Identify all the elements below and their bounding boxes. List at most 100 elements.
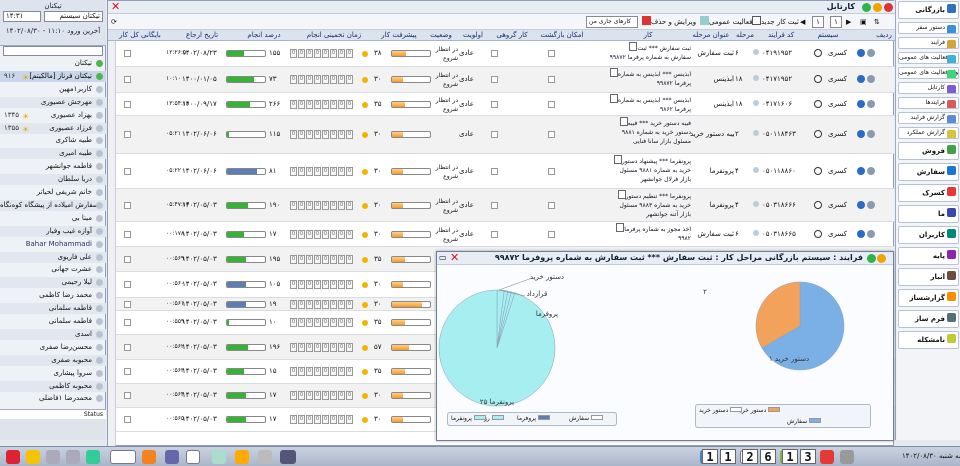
col-task[interactable]: کار <box>608 30 688 41</box>
col-row[interactable]: ردیف <box>874 30 894 41</box>
export-icon[interactable]: ⇅ <box>874 16 880 28</box>
prev-page-icon[interactable]: ▶ <box>846 16 851 28</box>
info-icon[interactable] <box>753 229 759 236</box>
user-list-item[interactable]: عشرت جهانی <box>0 264 106 275</box>
col-stage-title[interactable]: عنوان مرحله <box>692 30 730 41</box>
row-task-text[interactable]: پرونفرما *** پیشنهاد دستور خرید به شماره… <box>607 155 691 188</box>
info-icon[interactable] <box>753 75 759 81</box>
table-row[interactable]: کسری ۰۵۰۱۱۸۴۶۳ ۲ فیبه دستور خرید فیبه دستور … <box>116 116 895 154</box>
user-list-item[interactable]: اسدی <box>0 328 106 340</box>
user-list-item[interactable]: خانم شریفی لحیاتر <box>0 187 106 198</box>
nav-icon[interactable] <box>814 99 822 108</box>
user-list-item[interactable]: مهرجش عصیوری <box>0 96 106 108</box>
task-filter-select[interactable]: کارهای جاری من <box>586 16 638 28</box>
nav-item[interactable]: فرایند <box>898 37 959 49</box>
user-search-input[interactable] <box>3 46 103 56</box>
nav-item[interactable]: فعالیت های عمومی <box>898 52 959 64</box>
alert-icon[interactable] <box>820 450 834 464</box>
chart-close-icon[interactable]: ✕ <box>450 251 459 264</box>
attach-icon[interactable] <box>867 99 875 108</box>
page-to-input[interactable]: ۱ <box>812 16 824 28</box>
table-row[interactable]: کسری ۰۴۱۷۱۶۰۶ ۱۸ ابذینس ابذینس *** ابذینس به… <box>116 93 895 116</box>
return-checkbox[interactable] <box>548 131 555 138</box>
nav-item[interactable]: گزارش فرایند <box>898 112 959 124</box>
calendar-icon[interactable] <box>142 450 156 464</box>
return-checkbox[interactable] <box>548 167 555 175</box>
blank-icon[interactable] <box>186 450 200 464</box>
open-icon[interactable] <box>857 130 865 138</box>
col-group-work[interactable]: کار گروهی <box>490 30 534 41</box>
user-list-item[interactable]: بهزاد عصیوری ۱۳۴۵ ☀ <box>0 110 106 121</box>
user-list-item[interactable]: مینا بی <box>0 213 106 224</box>
col-status[interactable]: وضعیت <box>426 30 456 41</box>
group-checkbox[interactable] <box>491 131 498 138</box>
archive-checkbox[interactable] <box>124 167 131 175</box>
nav-item[interactable]: بازرگانی <box>898 1 959 19</box>
return-checkbox[interactable] <box>548 100 555 108</box>
attach-icon[interactable] <box>867 130 875 138</box>
logo-icon[interactable] <box>280 450 296 464</box>
archive-checkbox[interactable] <box>124 416 131 423</box>
user-list-item[interactable]: طیبه امیری <box>0 148 106 160</box>
chart-minimize-icon[interactable] <box>877 254 886 263</box>
user-list-item[interactable]: لیلا رحیمی <box>0 277 106 289</box>
user-list-item[interactable]: محمدرضا ۱فاضلی <box>0 393 106 404</box>
tray-icon[interactable] <box>840 450 854 464</box>
nav-item[interactable]: پایه <box>898 247 959 265</box>
user-list-item[interactable]: محبوبه کاظمی <box>0 380 106 392</box>
attach-icon[interactable] <box>867 49 875 57</box>
user-list-item[interactable]: فرزاد عصیوری ۱۳۵۵ ☀ <box>0 122 106 134</box>
user-list-item[interactable]: تیکتان فرناز [مالکیتم] ۹۱۶ ☀ <box>0 70 106 82</box>
attach-icon[interactable] <box>867 200 875 209</box>
time-select[interactable]: ۱۴:۳۱ <box>3 11 41 22</box>
return-checkbox[interactable] <box>548 76 555 83</box>
group-checkbox[interactable] <box>491 230 498 238</box>
row-task-text[interactable]: پرونفرما *** تنظیم دستور خرید به شماره ۹… <box>607 190 691 221</box>
user-list-item[interactable]: سفارش امیلاده از پیشگاه کوه‌نگاه <box>0 199 106 211</box>
refresh-icon[interactable]: ⟳ <box>111 16 117 28</box>
user-list-item[interactable]: دریا سلطان <box>0 174 106 186</box>
archive-checkbox[interactable] <box>124 368 131 375</box>
user-list-item[interactable]: محمد رضا کاظمی <box>0 290 106 301</box>
user-list-item[interactable]: سروا پیشاری <box>0 368 106 379</box>
group-checkbox[interactable] <box>491 201 498 209</box>
attach-icon[interactable] <box>867 75 875 83</box>
nav-icon[interactable] <box>814 130 822 138</box>
group-checkbox[interactable] <box>491 167 498 175</box>
return-checkbox[interactable] <box>548 230 555 238</box>
page-from-input[interactable]: ۱ <box>830 16 842 28</box>
col-return-possible[interactable]: امکان بازگشت <box>538 30 586 41</box>
nav-item[interactable]: انبار <box>898 268 959 286</box>
archive-checkbox[interactable] <box>124 201 131 209</box>
nav-item[interactable]: کسرک <box>898 184 959 202</box>
new-work-button[interactable]: ثبت کار جدید <box>750 16 799 28</box>
search-box[interactable] <box>110 450 136 464</box>
user-icon[interactable] <box>258 450 272 464</box>
close-icon[interactable]: ✕ <box>111 0 120 13</box>
archive-checkbox[interactable] <box>124 300 131 308</box>
nav-item[interactable]: فرم ساز <box>898 310 959 328</box>
archive-checkbox[interactable] <box>124 281 131 288</box>
row-task-text[interactable]: اخذ مجوز به شماره پرفرما ۹۹۸۲ <box>607 223 691 246</box>
col-reference-date[interactable]: تاریخ ارجاع <box>172 30 232 41</box>
table-row[interactable]: کسری ۰۴۱۹۱۹۵۲ ۶ ثبت سفارش ثبت سفارش *** ثبت … <box>116 41 895 67</box>
nav-icon[interactable] <box>814 166 822 175</box>
col-percent-done[interactable]: درصد انجام <box>234 30 294 41</box>
nav-item[interactable]: انواع فعالیت های عمومی <box>898 67 959 79</box>
archive-checkbox[interactable] <box>124 50 131 57</box>
info-icon[interactable] <box>753 166 759 173</box>
user-select[interactable]: تیکتان سیستم <box>44 11 103 22</box>
table-row[interactable]: کسری ۰۵۰۳۱۸۶۶۶ ۴ پرونفرما پرونفرما *** تنظیم… <box>116 189 895 222</box>
nav-item[interactable]: گزارشساز <box>898 289 959 307</box>
col-priority[interactable]: اولویت <box>458 30 488 41</box>
user-list-item[interactable]: علی ‌فاریوی <box>0 251 106 263</box>
open-icon[interactable] <box>857 75 865 83</box>
user-list-item[interactable]: محسن‌رضا صفری <box>0 342 106 353</box>
chart-window-titlebar[interactable]: ✕ ▭ فرایند : سیستم بازرگانی مراحل کار : … <box>437 251 893 265</box>
camera-icon[interactable] <box>212 450 226 464</box>
info-icon[interactable] <box>753 200 759 207</box>
nav-item[interactable]: دستور سفر <box>898 22 959 34</box>
user-list-item[interactable]: کاربر۱مهین <box>0 84 106 95</box>
table-row[interactable]: کسری ۰۵۰۱۱۸۸۶۰ ۴ پرونفرما پرونفرما *** پیشنه… <box>116 154 895 189</box>
open-icon[interactable] <box>857 166 865 175</box>
